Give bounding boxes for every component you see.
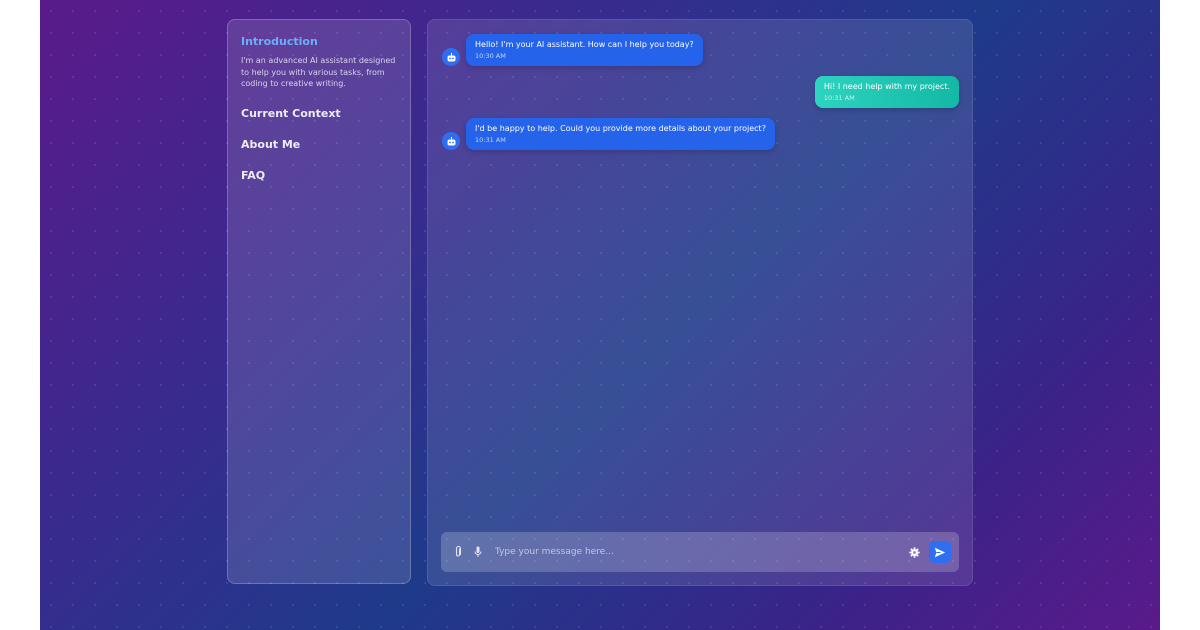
sidebar-item-introduction[interactable]: Introduction: [241, 35, 397, 48]
message-text: I'd be happy to help. Could you provide …: [475, 124, 766, 133]
message-time: 10:31 AM: [475, 136, 506, 144]
gear-icon[interactable]: [907, 545, 921, 559]
sidebar-item-about-me[interactable]: About Me: [241, 138, 397, 151]
message-text: Hello! I'm your AI assistant. How can I …: [475, 40, 694, 49]
introduction-description: I'm an advanced AI assistant designed to…: [241, 56, 396, 88]
sidebar-item-faq[interactable]: FAQ: [241, 169, 397, 182]
microphone-icon[interactable]: [471, 545, 485, 559]
message-composer: [441, 532, 959, 572]
message-text: Hi! I need help with my project.: [823, 82, 950, 91]
send-button[interactable]: [929, 541, 951, 563]
send-icon: [934, 547, 946, 557]
robot-icon: [442, 132, 460, 150]
sidebar-item-current-context[interactable]: Current Context: [241, 107, 397, 120]
chat-panel: Hello! I'm your AI assistant. How can I …: [427, 19, 973, 586]
paperclip-icon[interactable]: [451, 545, 465, 559]
message-time: 10:31 AM: [823, 94, 855, 102]
message-bubble: Hi! I need help with my project. 10:31 A…: [814, 76, 959, 108]
message-ai: I'd be happy to help. Could you provide …: [442, 118, 775, 150]
message-time: 10:30 AM: [475, 52, 506, 60]
message-ai: Hello! I'm your AI assistant. How can I …: [442, 34, 703, 66]
robot-icon: [442, 48, 460, 66]
message-user: Hi! I need help with my project. 10:31 A…: [814, 76, 959, 108]
app-background: Introduction I'm an advanced AI assistan…: [40, 0, 1160, 630]
message-bubble: Hello! I'm your AI assistant. How can I …: [466, 34, 703, 66]
message-input[interactable]: [493, 541, 907, 563]
sidebar: Introduction I'm an advanced AI assistan…: [227, 19, 411, 584]
message-bubble: I'd be happy to help. Could you provide …: [466, 118, 775, 150]
